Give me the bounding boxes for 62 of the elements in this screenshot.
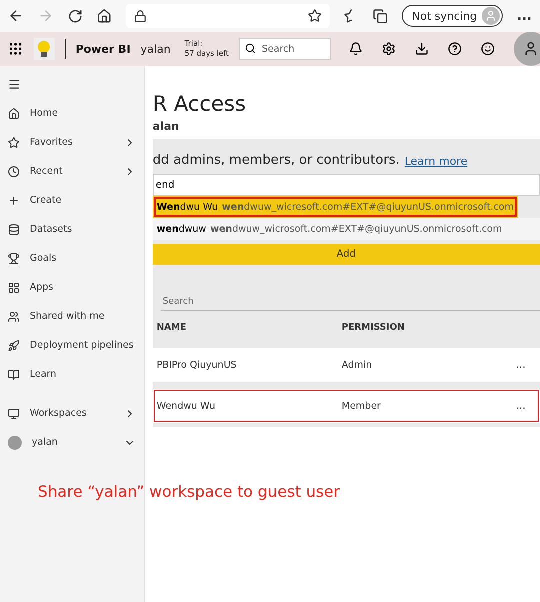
home-icon	[8, 108, 20, 120]
collections-icon[interactable]	[373, 8, 388, 24]
refresh-icon[interactable]	[68, 8, 83, 24]
search-field[interactable]: Search	[239, 38, 331, 60]
trophy-icon	[8, 252, 20, 264]
settings-icon[interactable]	[382, 42, 396, 56]
add-button[interactable]: Add	[152, 244, 540, 265]
suggestion-item[interactable]: Wendwu Wu wendwuw_wicresoft.com#EXT#@qiuyunUS.onmicrosoft.com	[152, 196, 518, 218]
more-button[interactable]: ...	[506, 360, 536, 370]
sidebar-item[interactable]: Apps	[0, 273, 144, 302]
sidebar-item[interactable]: Workspaces	[0, 399, 144, 428]
search-icon	[245, 43, 256, 54]
clock-icon	[8, 166, 20, 178]
star-icon	[8, 136, 20, 148]
workspace-name: yalan	[140, 42, 171, 56]
member-row: PBIPro QiuyunUS Admin ...	[152, 348, 540, 382]
sidebar-item[interactable]: Goals	[0, 244, 144, 273]
bell-icon[interactable]	[349, 42, 363, 56]
back-icon[interactable]	[8, 8, 24, 24]
more-button[interactable]: ...	[506, 400, 536, 412]
people-input[interactable]: end	[152, 174, 540, 196]
member-row: Wendwu Wu Member ...	[152, 389, 540, 423]
instruction-text: dd admins, members, or contributors.	[152, 153, 400, 168]
suggestion-item[interactable]: wendwuw wendwuw_wicrosoft.com#EXT#@qiuyunUS.onmicrosoft.com	[152, 218, 540, 240]
book-icon	[8, 368, 20, 380]
app-name: Power BI	[76, 42, 131, 56]
sidebar-item[interactable]: Create	[0, 186, 144, 215]
account-avatar[interactable]	[514, 32, 540, 66]
plus-icon	[8, 194, 20, 206]
page-title: R Access	[152, 92, 248, 116]
star-icon[interactable]	[308, 9, 322, 23]
download-icon[interactable]	[415, 42, 429, 56]
avatar-icon	[482, 7, 500, 25]
smiley-icon[interactable]	[481, 42, 495, 56]
column-header: NAME	[156, 323, 188, 333]
annotation-text: Share “yalan” workspace to guest user	[38, 483, 340, 501]
monitor-icon	[8, 408, 20, 420]
sidebar-item[interactable]: Deployment pipelines	[0, 331, 144, 360]
sidebar-item[interactable]: Recent	[0, 157, 144, 186]
cylinder-icon	[8, 224, 20, 236]
sync-button[interactable]: Not syncing	[402, 5, 504, 27]
sidebar-item[interactable]: Datasets	[0, 215, 144, 244]
sidebar-item[interactable]: Favorites	[0, 128, 144, 157]
lightbulb-icon	[34, 38, 55, 60]
sidebar-item[interactable]: Home	[0, 99, 144, 128]
sidebar-item[interactable]: yalan	[0, 428, 144, 457]
grid-icon	[8, 282, 20, 294]
rocket-icon	[8, 340, 20, 352]
more-button[interactable]: ...	[517, 8, 532, 24]
column-header: PERMISSION	[342, 323, 406, 333]
people-icon	[8, 310, 20, 322]
help-icon[interactable]	[448, 42, 462, 56]
avatar-icon	[8, 436, 22, 450]
menu-icon[interactable]	[8, 78, 21, 91]
home-icon[interactable]	[97, 8, 112, 24]
app-launcher-icon[interactable]	[8, 41, 24, 57]
lock-icon	[134, 10, 147, 22]
learn-more-link[interactable]: Learn more	[404, 155, 468, 168]
search-field[interactable]: Search	[160, 293, 540, 311]
workspace-subtitle: alan	[152, 120, 180, 133]
sidebar-item[interactable]: Shared with me	[0, 302, 144, 331]
sidebar-item[interactable]: Learn	[0, 360, 144, 389]
